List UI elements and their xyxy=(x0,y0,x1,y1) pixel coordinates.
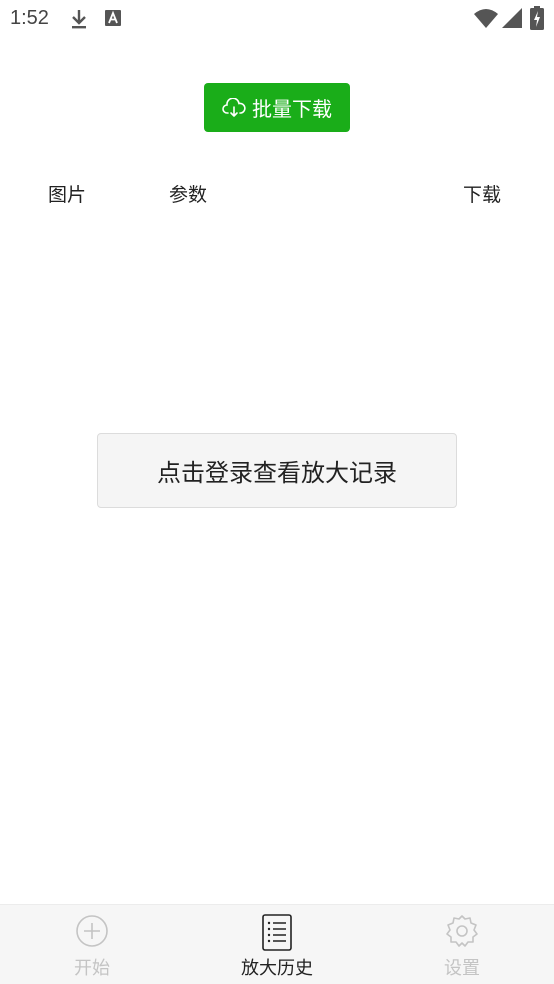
batch-download-button[interactable]: 批量下载 xyxy=(204,83,350,132)
download-icon xyxy=(70,8,88,34)
battery-charging-icon xyxy=(530,6,544,34)
column-header-image: 图片 xyxy=(48,184,87,206)
list-document-icon xyxy=(260,914,294,951)
nav-label-history: 放大历史 xyxy=(241,958,313,979)
bottom-nav: 开始 放大历史 设置 xyxy=(0,904,554,984)
nav-label-start: 开始 xyxy=(74,958,110,979)
nav-label-settings: 设置 xyxy=(444,958,480,979)
cloud-download-icon xyxy=(222,97,246,118)
text-a-icon xyxy=(105,10,121,30)
column-header-download: 下载 xyxy=(463,184,502,206)
nav-item-start[interactable]: 开始 xyxy=(32,905,152,984)
status-bar: 1:52 xyxy=(0,0,554,38)
column-header-params: 参数 xyxy=(169,184,208,206)
gear-icon xyxy=(445,914,479,948)
batch-download-label: 批量下载 xyxy=(252,97,332,121)
wifi-icon xyxy=(474,8,498,32)
plus-circle-icon xyxy=(75,914,109,948)
login-to-view-history-button[interactable]: 点击登录查看放大记录 xyxy=(97,433,457,508)
nav-item-settings[interactable]: 设置 xyxy=(402,905,522,984)
status-time: 1:52 xyxy=(10,7,49,29)
nav-item-history[interactable]: 放大历史 xyxy=(217,905,337,984)
signal-icon xyxy=(502,8,522,32)
